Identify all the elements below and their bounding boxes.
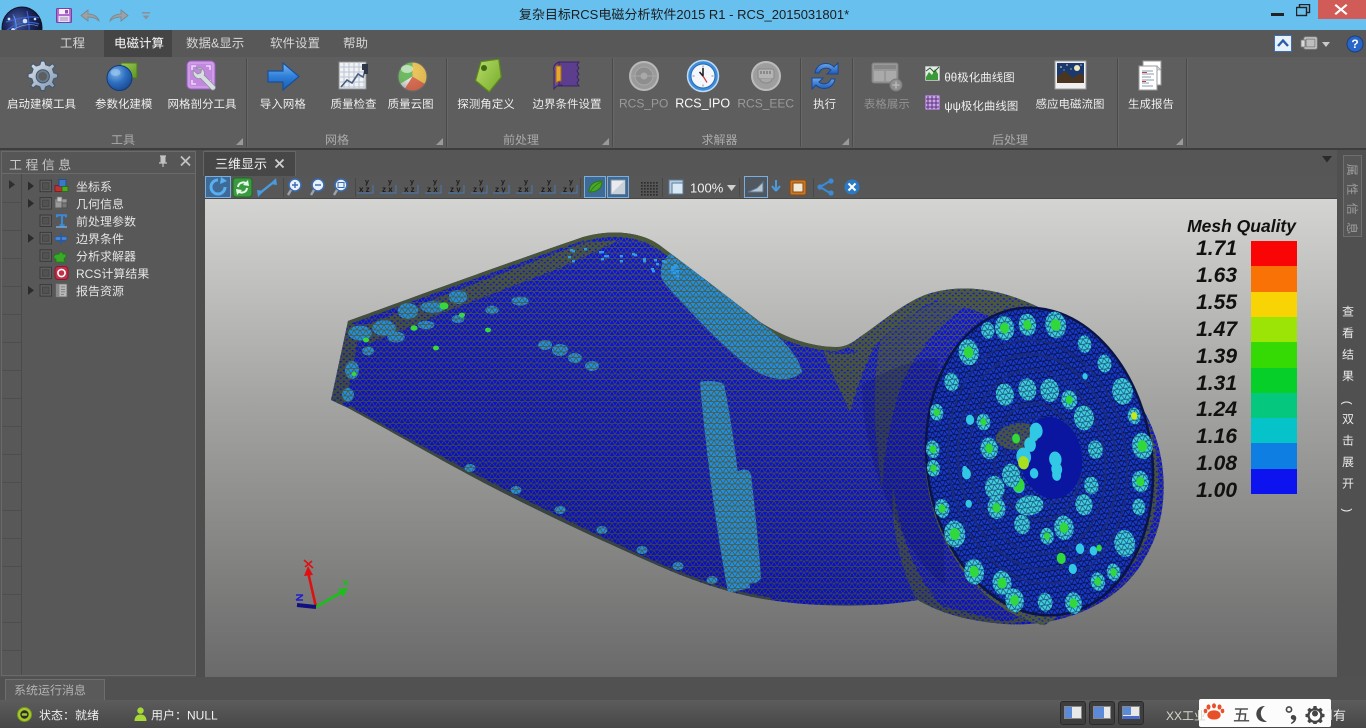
svg-text:y: y	[410, 179, 414, 186]
svg-text:y: y	[388, 179, 392, 186]
svg-text:y: y	[547, 179, 551, 186]
svg-text:y: y	[433, 179, 437, 186]
svg-text:?: ?	[1351, 37, 1358, 51]
svg-text:y: y	[569, 179, 573, 186]
svg-text:y: y	[501, 179, 505, 186]
svg-text:y: y	[456, 179, 460, 186]
svg-text:y: y	[479, 179, 483, 186]
svg-text:y: y	[365, 179, 369, 186]
svg-text:y: y	[524, 179, 528, 186]
